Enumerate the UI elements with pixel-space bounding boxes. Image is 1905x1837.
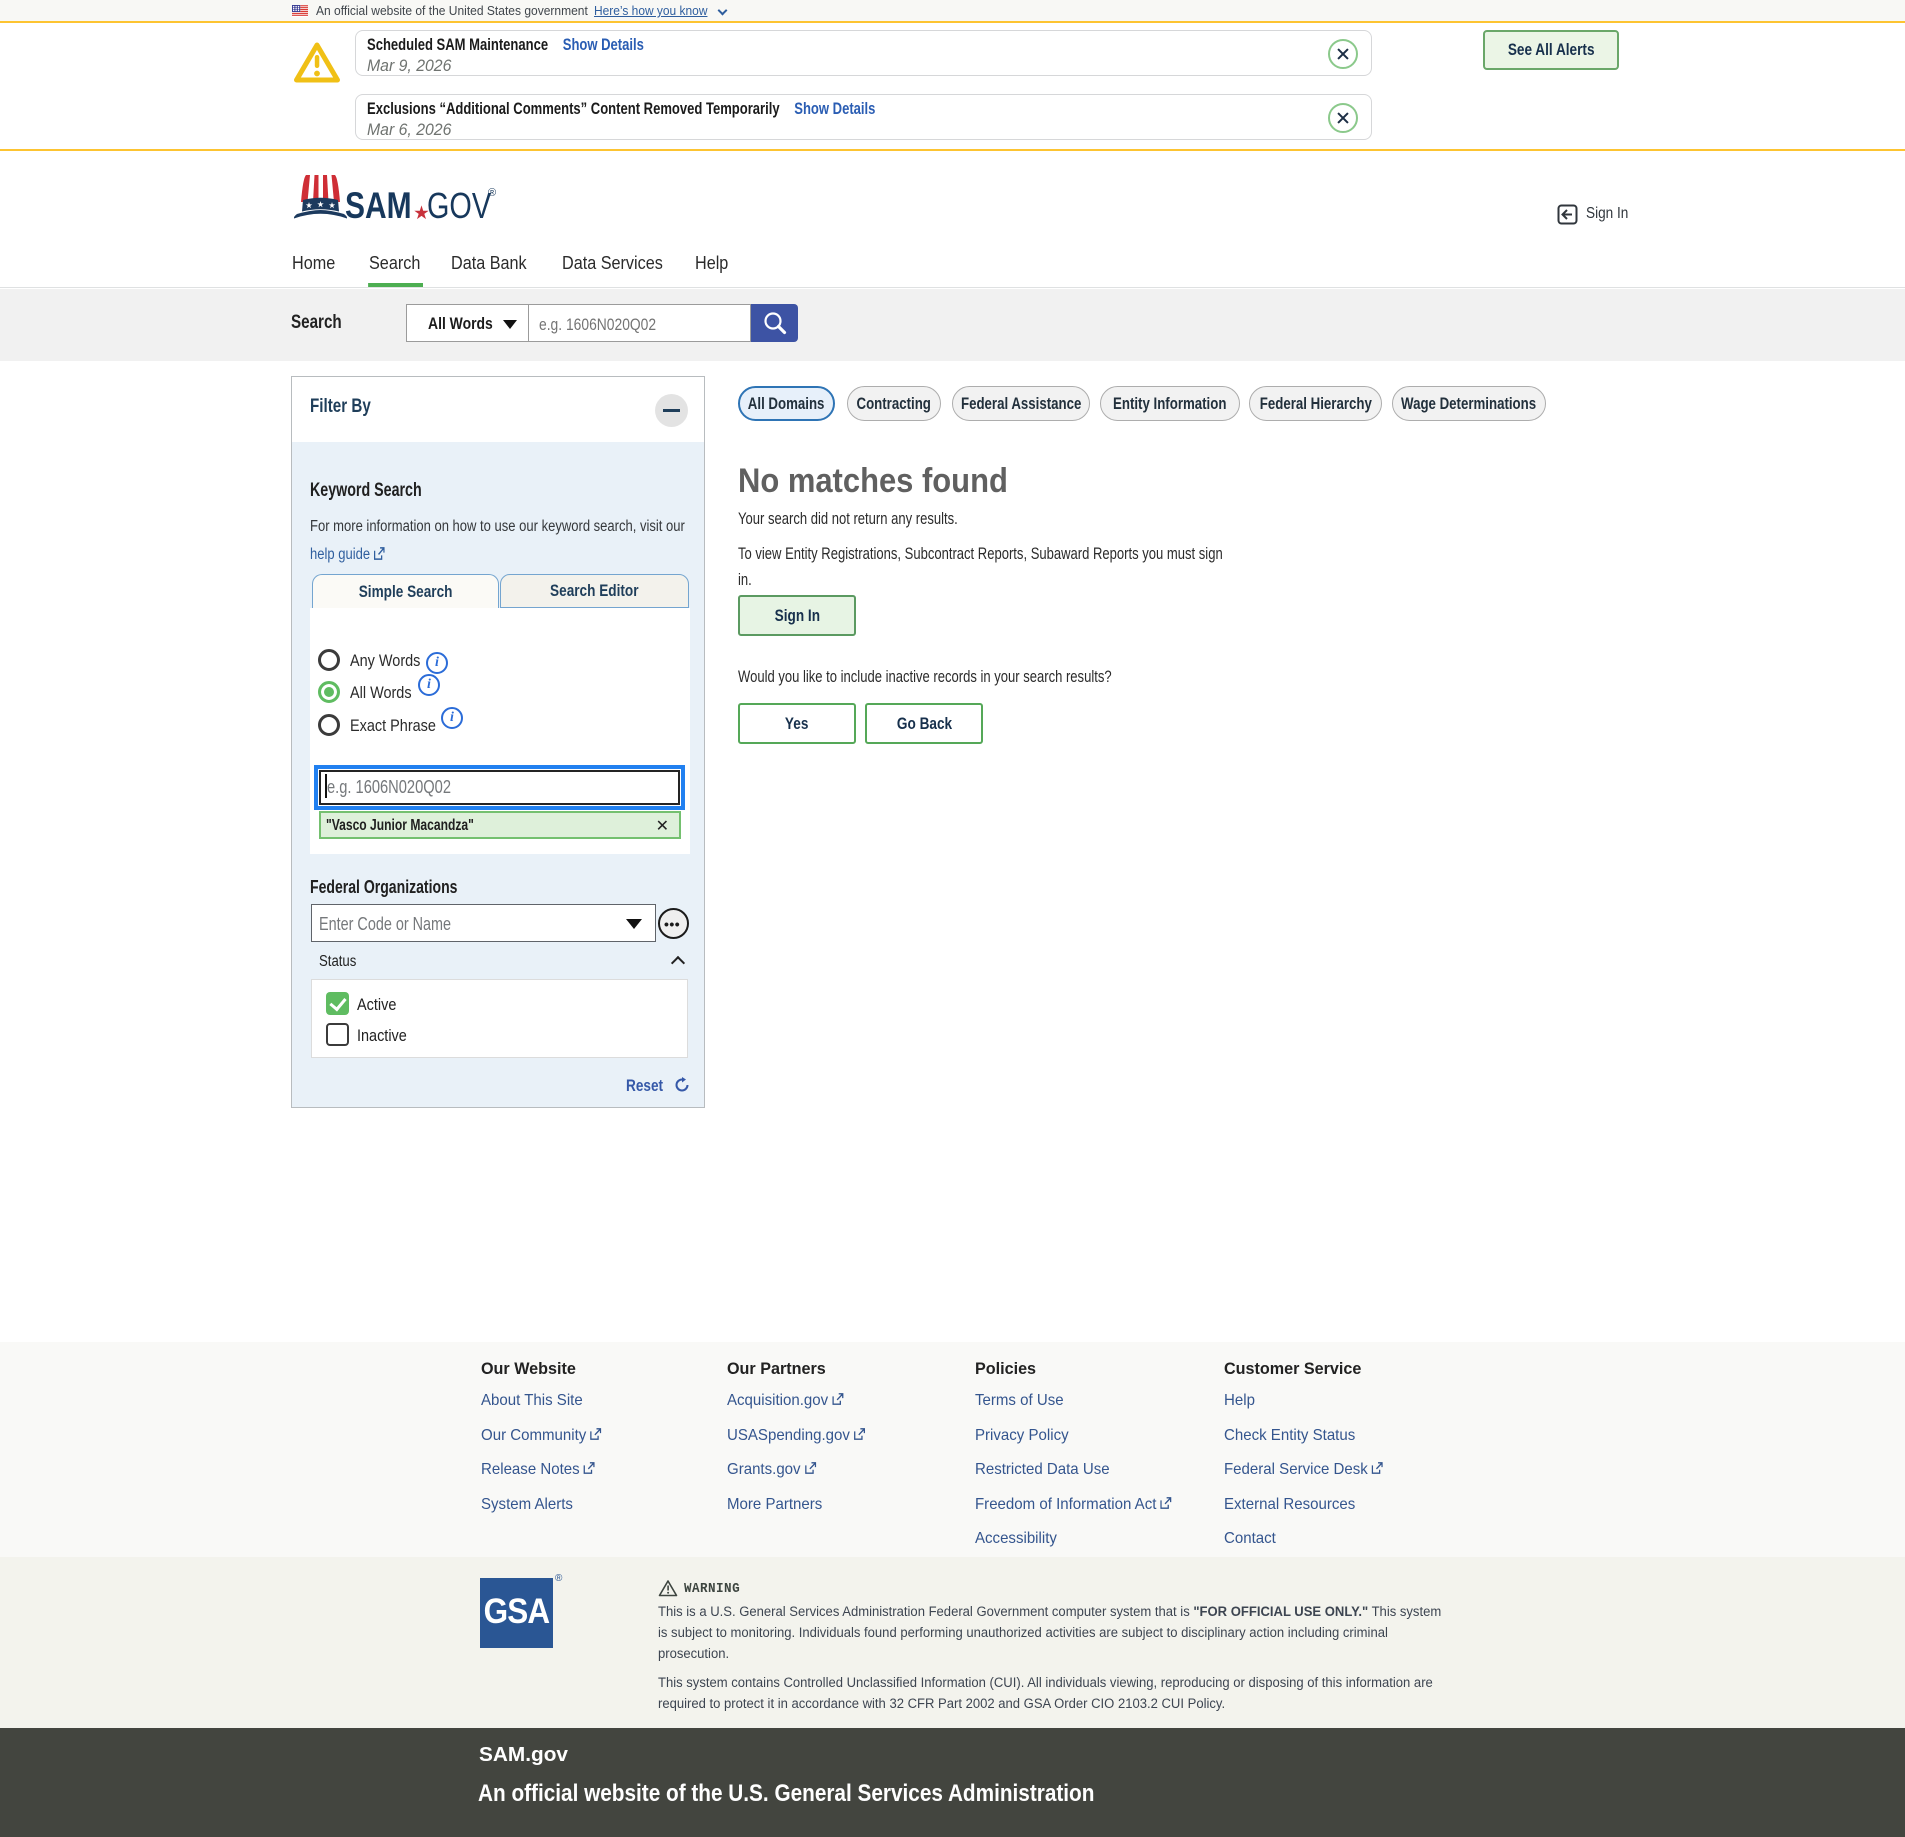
svg-text:SAM: SAM (345, 186, 412, 224)
svg-text:GOV: GOV (427, 185, 491, 224)
svg-text:®: ® (488, 187, 496, 199)
